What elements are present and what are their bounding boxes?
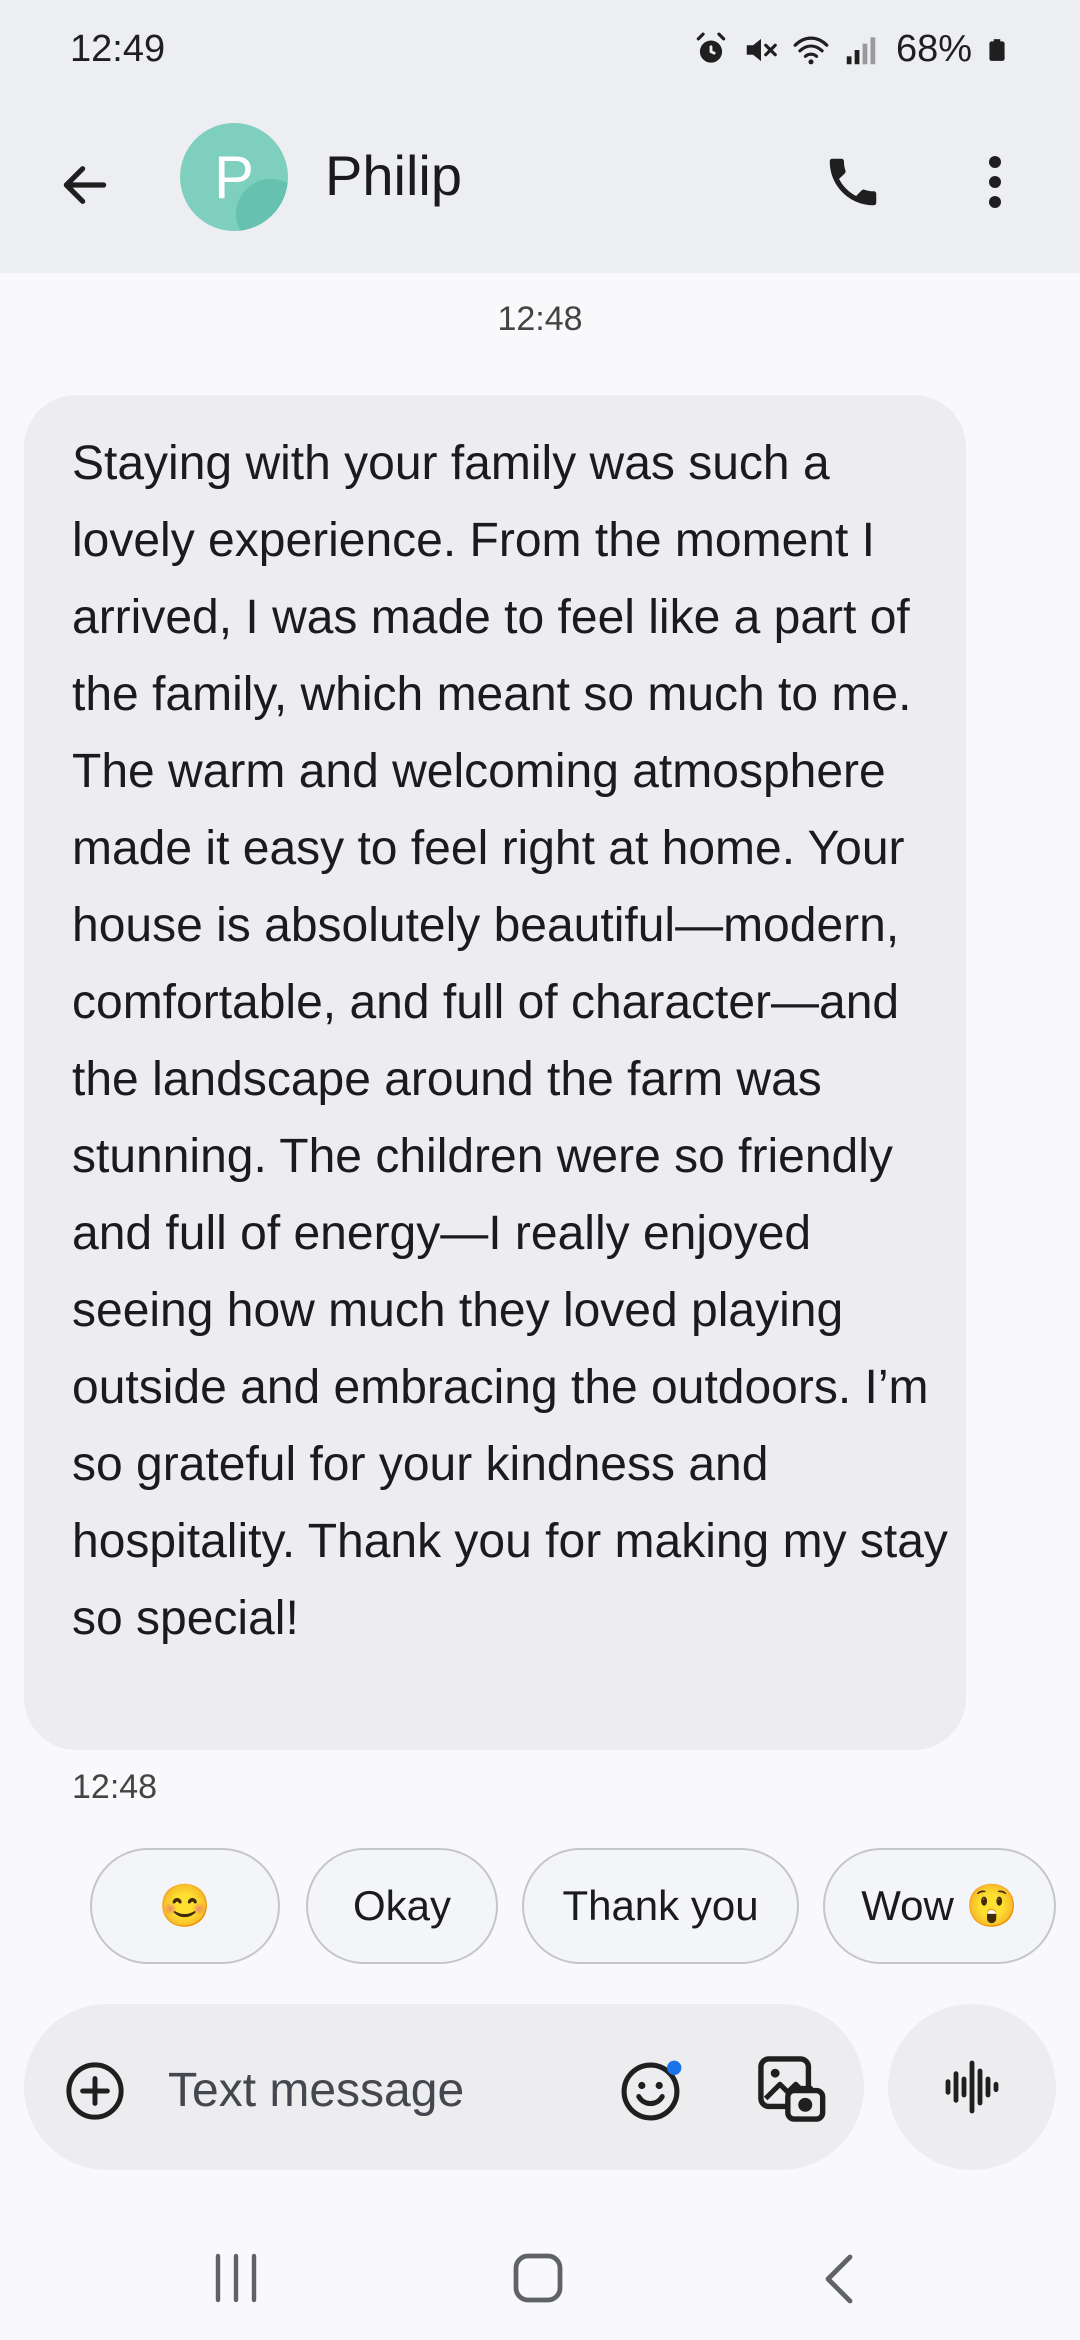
battery-icon <box>989 38 1005 61</box>
wifi-icon <box>793 36 829 64</box>
back-button[interactable] <box>50 145 120 225</box>
conversation-timestamp: 12:48 <box>497 300 583 338</box>
smart-reply-emoji[interactable]: 😊 <box>90 1848 280 1964</box>
mute-icon <box>746 38 777 61</box>
smart-reply-thank-you[interactable]: Thank you <box>522 1848 799 1964</box>
add-icon <box>66 2062 124 2120</box>
back-icon <box>825 2254 853 2304</box>
voice-message-button[interactable] <box>888 2004 1056 2170</box>
recents-button[interactable] <box>200 2248 272 2308</box>
conversation-header: P Philip <box>0 105 1080 273</box>
message-text: Staying with your family was such a love… <box>72 437 948 1645</box>
battery-percent: 68% <box>895 28 972 70</box>
emoji-icon <box>621 2060 682 2121</box>
home-icon <box>513 2253 563 2303</box>
home-button[interactable] <box>500 2240 576 2316</box>
alarm-icon <box>696 32 726 63</box>
phone-icon <box>829 158 877 206</box>
avatar-letter: P <box>213 143 255 211</box>
message-time: 12:48 <box>72 1768 158 1806</box>
attach-button[interactable] <box>60 2056 130 2126</box>
more-vert-icon <box>989 156 1001 208</box>
emoji-button[interactable] <box>612 2050 692 2130</box>
avatar[interactable]: P <box>180 123 288 231</box>
status-icons: 68% <box>692 28 1010 71</box>
back-arrow-icon <box>63 166 107 204</box>
back-nav-button[interactable] <box>810 2244 870 2314</box>
call-button[interactable] <box>818 147 888 217</box>
recents-icon <box>215 2253 257 2303</box>
smart-reply-okay[interactable]: Okay <box>306 1848 498 1964</box>
voice-icon <box>945 2060 999 2114</box>
gallery-icon <box>758 2056 826 2122</box>
message-input[interactable] <box>168 2060 568 2120</box>
notification-dot <box>667 2060 682 2075</box>
contact-name[interactable]: Philip <box>325 143 462 208</box>
system-nav-bar <box>0 2200 1080 2340</box>
signal-icon <box>846 36 876 64</box>
status-time: 12:49 <box>70 28 166 70</box>
status-bar: 12:49 68% <box>0 0 1080 105</box>
gallery-button[interactable] <box>750 2048 832 2130</box>
more-options-button[interactable] <box>970 147 1020 217</box>
smart-reply-wow[interactable]: Wow 😲 <box>823 1848 1056 1964</box>
